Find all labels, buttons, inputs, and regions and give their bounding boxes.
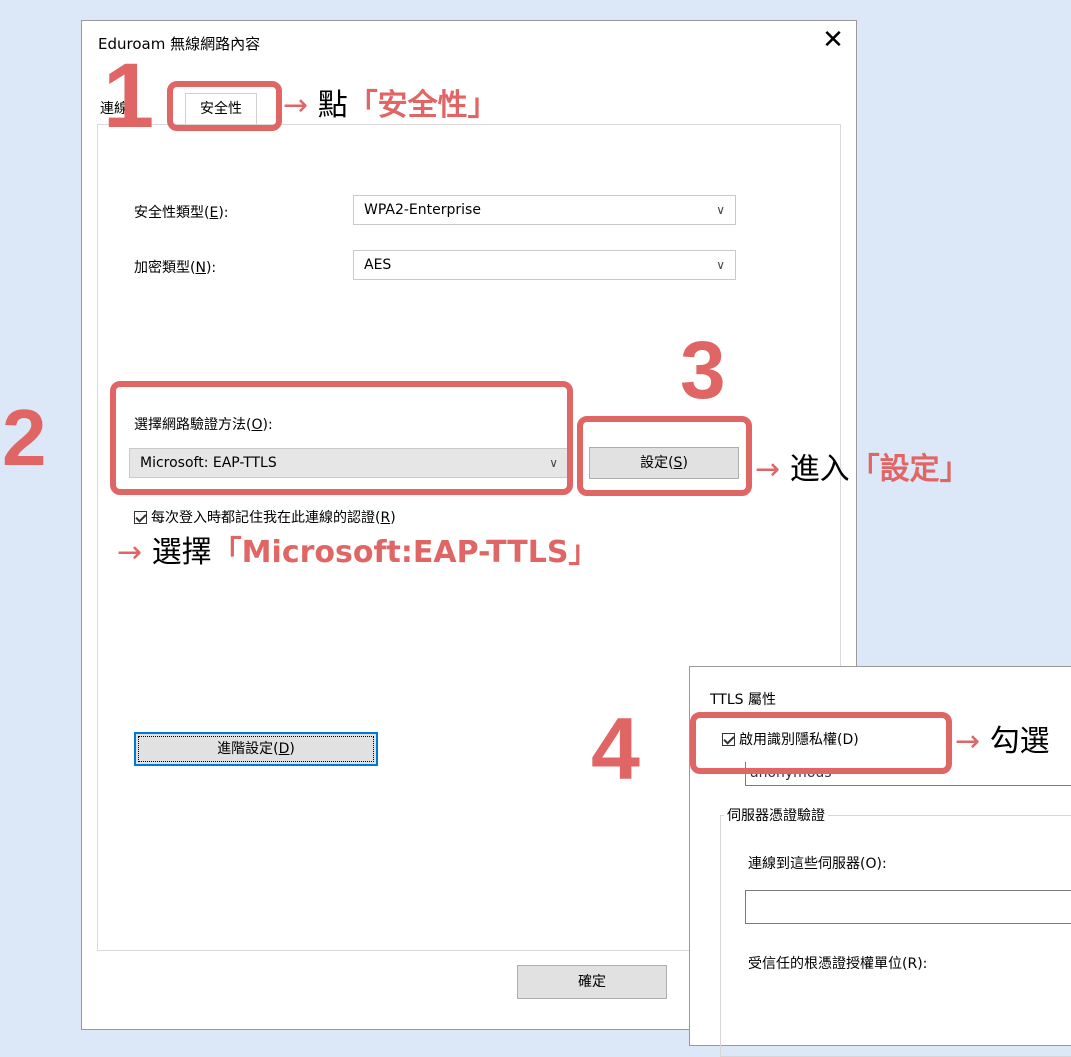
step-1-highlight-box	[167, 81, 282, 131]
advanced-settings-button[interactable]: 進階設定(D)	[134, 732, 378, 766]
close-icon[interactable]: ✕	[818, 23, 848, 57]
step-4-instruction: → 勾選	[955, 724, 1050, 759]
step-1-instruction: → 點「安全性」	[283, 88, 498, 123]
step-2-number: 2	[2, 393, 47, 482]
connect-servers-input[interactable]	[745, 890, 1071, 924]
encryption-type-select[interactable]: AES ∨	[353, 250, 736, 280]
security-type-label: 安全性類型(E):	[134, 205, 229, 221]
encryption-type-label: 加密類型(N):	[134, 260, 217, 276]
server-cert-group-label: 伺服器憑證驗證	[724, 805, 828, 825]
security-type-select[interactable]: WPA2-Enterprise ∨	[353, 195, 736, 225]
arrow-right-icon: →	[117, 535, 143, 570]
arrow-right-icon: →	[755, 452, 781, 487]
security-type-value: WPA2-Enterprise	[364, 202, 481, 218]
arrow-right-icon: →	[955, 724, 981, 759]
arrow-right-icon: →	[283, 88, 309, 123]
ok-button[interactable]: 確定	[517, 965, 667, 999]
encryption-type-value: AES	[364, 257, 392, 273]
step-2-instruction: → 選擇「Microsoft:EAP-TTLS」	[117, 535, 599, 570]
trusted-root-ca-label: 受信任的根憑證授權單位(R):	[748, 956, 928, 972]
step-2-highlight-box	[110, 381, 573, 495]
checkbox-checked-icon[interactable]	[134, 511, 147, 524]
remember-credentials-checkbox[interactable]: 每次登入時都記住我在此連線的認證(R)	[134, 507, 396, 527]
step-3-highlight-box	[577, 416, 752, 496]
connect-servers-label: 連線到這些伺服器(O):	[748, 856, 887, 872]
step-4-highlight-box	[690, 712, 952, 774]
step-4-number: 4	[591, 699, 640, 798]
step-3-number: 3	[680, 325, 726, 416]
step-1-number: 1	[103, 45, 155, 147]
chevron-down-icon: ∨	[716, 203, 725, 217]
chevron-down-icon: ∨	[716, 258, 725, 272]
ttls-dialog-title: TTLS 屬性	[710, 692, 776, 708]
step-3-instruction: → 進入「設定」	[755, 452, 970, 487]
